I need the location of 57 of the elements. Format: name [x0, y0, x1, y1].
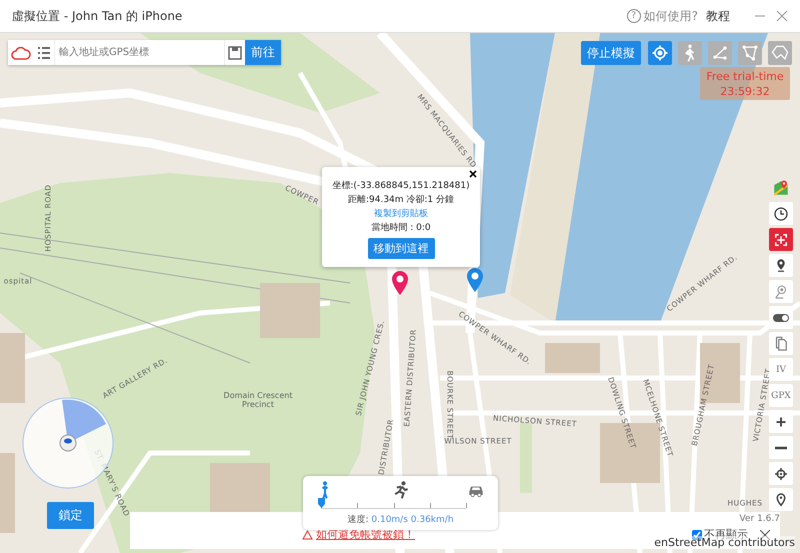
tool-button[interactable]	[769, 488, 793, 511]
save-icon[interactable]	[228, 46, 242, 60]
mode-button[interactable]	[708, 41, 732, 65]
building	[545, 343, 600, 373]
speed-slider-thumb[interactable]	[318, 498, 325, 508]
building	[260, 283, 320, 338]
list-icon[interactable]	[37, 46, 51, 60]
cloud-icon[interactable]	[11, 46, 31, 60]
dont-show-checkbox[interactable]	[692, 530, 702, 540]
move-here-button[interactable]: 移動到這裡	[368, 238, 434, 259]
tool-button[interactable]	[769, 436, 793, 459]
building	[0, 333, 25, 403]
polygon-route-icon	[740, 43, 760, 63]
warning-icon	[302, 530, 313, 540]
lock-button[interactable]: 鎖定	[47, 502, 94, 529]
speed-value: 0.10m/s 0.36km/h	[370, 515, 454, 525]
tool-button[interactable]: IV	[769, 358, 793, 381]
zoom-out-icon	[774, 446, 788, 450]
clock-icon	[772, 204, 790, 222]
mode-button[interactable]	[738, 41, 762, 65]
tool-button[interactable]: GPX	[769, 384, 793, 407]
destination-pin-icon[interactable]	[391, 270, 409, 296]
tool-button[interactable]	[769, 462, 793, 485]
current-location-pin-icon[interactable]	[466, 267, 484, 293]
stop-simulation-button[interactable]: 停止模擬	[581, 41, 641, 65]
window-title: 虛擬位置 - John Tan 的 iPhone	[12, 8, 184, 24]
mode-button[interactable]	[678, 41, 702, 65]
help-link[interactable]: 如何使用?	[644, 8, 698, 24]
close-icon[interactable]	[469, 170, 477, 178]
tool-button[interactable]	[769, 410, 793, 433]
slider-tick	[466, 503, 467, 508]
copy-link[interactable]: 複製到剪貼板	[374, 207, 428, 220]
tool-button[interactable]	[769, 254, 793, 277]
polygon-icon	[770, 43, 790, 63]
street-label: Domain Crescent Precinct	[222, 391, 294, 409]
help-icon[interactable]: ?	[626, 9, 641, 23]
tool-button[interactable]	[769, 306, 793, 329]
distance-text: 距離:94.34m 冷卻:1 分鐘	[348, 194, 454, 206]
map-pin-icon	[772, 178, 790, 196]
trial-countdown: 23:59:32	[719, 84, 771, 99]
speed-label: 速度:	[347, 515, 369, 525]
mode-button[interactable]	[648, 41, 672, 65]
toggle-icon	[772, 312, 790, 322]
slider-tick	[430, 503, 431, 508]
tool-button[interactable]	[769, 202, 793, 225]
local-time-text: 當地時間 : 0:0	[371, 222, 431, 234]
trial-label: Free trial-time	[705, 69, 785, 84]
teleport-icon	[650, 43, 670, 63]
park-area	[520, 423, 532, 493]
version-label: Ver 1.6.7	[740, 514, 780, 524]
close-icon[interactable]	[760, 530, 770, 540]
address-input[interactable]: 輸入地址或GPS坐標	[55, 40, 224, 65]
coordinates-text: 坐標:(-33.868845,151.218481)	[332, 180, 470, 192]
slider-tick	[357, 503, 358, 508]
mode-button[interactable]	[768, 41, 792, 65]
go-button[interactable]: 前往	[245, 40, 281, 65]
tutorial-link[interactable]: 教程	[706, 8, 730, 24]
